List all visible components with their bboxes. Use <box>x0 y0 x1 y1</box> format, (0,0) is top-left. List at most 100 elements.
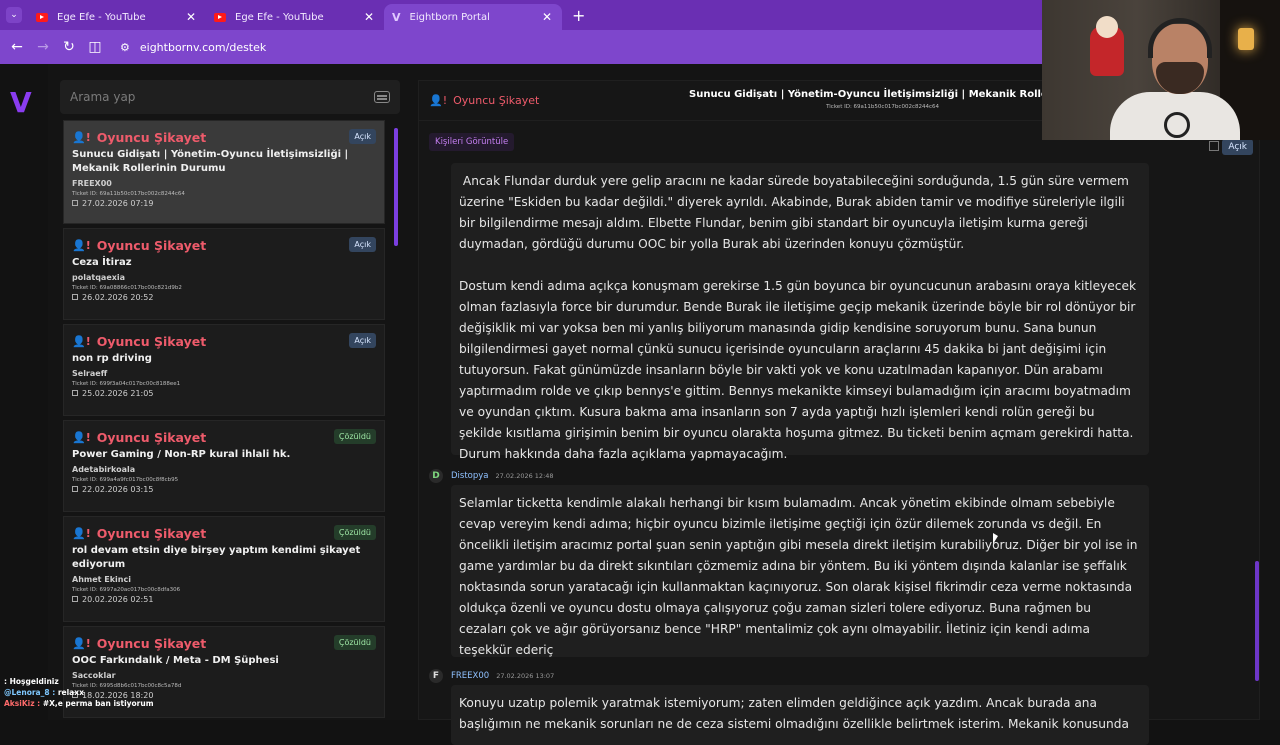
split-view-icon[interactable]: ◫ <box>82 39 108 55</box>
detail-scrollbar[interactable] <box>1255 561 1259 681</box>
calendar-icon[interactable] <box>1209 141 1219 151</box>
status-badge: Açık <box>349 237 376 252</box>
ticket-user: FREEX00 <box>72 179 112 188</box>
webcam-overlay <box>1042 0 1280 140</box>
ticket-id: Ticket ID: 6997a20ac017bc00c8dfa306 <box>72 587 181 593</box>
user-alert-icon: 👤! <box>72 637 91 650</box>
message-text: Konuyu uzatıp polemik yaratmak istemiyor… <box>459 696 1129 731</box>
tab-title: Ege Efe - YouTube <box>235 11 324 23</box>
ticket-subject: Ceza İtiraz <box>72 257 132 268</box>
ticket-user: polatqaexia <box>72 273 126 282</box>
ticket-id: Ticket ID: 699f3a04c017bc00c8188ee1 <box>72 381 181 387</box>
ticket-user: Selraeff <box>72 369 108 378</box>
message-time: 27.02.2026 13:07 <box>496 672 555 680</box>
eightborn-logo[interactable]: V <box>10 86 32 119</box>
webcam-lamp <box>1238 28 1254 50</box>
close-icon[interactable]: ✕ <box>542 10 552 24</box>
youtube-icon <box>214 12 226 22</box>
streamer-shirt <box>1110 92 1240 140</box>
ticket-subject: non rp driving <box>72 353 152 364</box>
close-icon[interactable]: ✕ <box>186 10 196 24</box>
status-badge: Çözüldü <box>333 429 376 444</box>
browser-tab-active[interactable]: V Eightborn Portal ✕ <box>384 4 562 30</box>
ticket-card[interactable]: 👤! Oyuncu Şikayet Açık Ceza İtiraz polatq… <box>63 228 385 320</box>
ticket-user: Ahmet Ekinci <box>72 575 131 584</box>
view-people-button[interactable]: Kişileri Görüntüle <box>429 133 515 151</box>
forward-arrow-icon[interactable]: → <box>30 39 56 55</box>
ticket-card[interactable]: 👤! Oyuncu Şikayet Çözüldü rol devam etsin… <box>63 516 385 622</box>
message-meta: D Distopya 27.02.2026 12:48 <box>429 469 554 483</box>
detail-ticket-id: Ticket ID: 69a11b50c017bc002c8244c64 <box>826 104 939 110</box>
ticket-date: 22.02.2026 03:15 <box>82 485 154 494</box>
message-author[interactable]: FREEX00 <box>451 671 489 681</box>
reload-icon[interactable]: ↻ <box>56 39 82 55</box>
status-badge: Açık <box>349 333 376 348</box>
ticket-category: Oyuncu Şikayet <box>96 130 207 145</box>
user-alert-icon: 👤! <box>72 335 91 348</box>
chat-line: : Hoşgeldiniz <box>4 676 204 687</box>
calendar-icon <box>72 200 78 206</box>
ticket-card[interactable]: 👤! Oyuncu Şikayet Çözüldü Power Gaming / … <box>63 420 385 512</box>
detail-title: Sunucu Gidişatı | Yönetim-Oyuncu İletişi… <box>689 89 1098 100</box>
back-arrow-icon[interactable]: ← <box>4 39 30 55</box>
calendar-icon <box>72 294 78 300</box>
ticket-id: Ticket ID: 69a11b50c017bc002c8244c64 <box>72 191 185 197</box>
ticket-list: 👤! Oyuncu Şikayet Açık Sunucu Gidişatı | … <box>60 120 400 720</box>
calendar-icon <box>72 390 78 396</box>
status-badge: Çözüldü <box>333 525 376 540</box>
ticket-category: Oyuncu Şikayet <box>96 238 207 253</box>
message-meta: F FREEX00 27.02.2026 13:07 <box>429 669 554 683</box>
ticket-subject: Sunucu Gidişatı | Yönetim-Oyuncu İletişi… <box>72 149 349 174</box>
ticket-detail-panel: 👤! Oyuncu Şikayet Sunucu Gidişatı | Yönet… <box>418 80 1260 745</box>
message-bubble: Selamlar ticketta kendimle alakalı herha… <box>451 485 1149 657</box>
user-alert-icon: 👤! <box>72 431 91 444</box>
status-badge: Çözüldü <box>333 635 376 650</box>
new-tab-button[interactable]: + <box>572 6 585 25</box>
detail-category: Oyuncu Şikayet <box>453 94 540 107</box>
youtube-icon <box>36 12 48 22</box>
ticket-id: Ticket ID: 69a08866c017bc00c821d9b2 <box>72 285 182 291</box>
ticket-card[interactable]: 👤! Oyuncu Şikayet Açık Sunucu Gidişatı | … <box>63 120 385 224</box>
status-badge: Açık <box>349 129 376 144</box>
user-alert-icon: 👤! <box>72 131 91 144</box>
site-settings-icon[interactable]: ⚙ <box>120 41 130 54</box>
message-text: Ancak Flundar durduk yere gelip aracını … <box>459 174 1133 251</box>
browser-tab[interactable]: Ege Efe - YouTube ✕ <box>206 4 384 30</box>
ticket-category: Oyuncu Şikayet <box>96 636 207 651</box>
ticket-card[interactable]: 👤! Oyuncu Şikayet Açık non rp driving Sel… <box>63 324 385 416</box>
search-box[interactable]: Arama yap <box>60 80 400 114</box>
avatar: D <box>429 469 443 483</box>
v-logo-icon: V <box>392 10 401 24</box>
chat-text: relaxx <box>57 688 84 697</box>
search-input[interactable]: Arama yap <box>70 90 135 104</box>
ticket-date: 27.02.2026 07:19 <box>82 199 154 208</box>
ticket-date: 26.02.2026 20:52 <box>82 293 154 302</box>
tab-title: Ege Efe - YouTube <box>57 11 146 23</box>
chevron-down-icon: ⌄ <box>6 7 22 23</box>
ticket-id: Ticket ID: 699a4a9fc017bc00c8f8cb95 <box>72 477 179 483</box>
browser-tab[interactable]: Ege Efe - YouTube ✕ <box>28 4 206 30</box>
santa-figure <box>1090 16 1124 76</box>
status-badge: Açık <box>1222 139 1253 155</box>
stream-chat-overlay: : Hoşgeldiniz @Lenora_8 : relaxx AksiKiz… <box>4 676 204 709</box>
tab-search-button[interactable]: ⌄ <box>0 0 28 30</box>
message-bubble: Konuyu uzatıp polemik yaratmak istemiyor… <box>451 685 1149 745</box>
chat-user: @Lenora_8 : <box>4 688 56 697</box>
ticket-category: Oyuncu Şikayet <box>96 334 207 349</box>
ticket-category: Oyuncu Şikayet <box>96 430 207 445</box>
filter-icon[interactable] <box>374 91 390 103</box>
message-text: Selamlar ticketta kendimle alakalı herha… <box>459 496 1138 657</box>
chat-user: AksiKiz : <box>4 699 41 708</box>
message-bubble: Ancak Flundar durduk yere gelip aracını … <box>451 163 1149 461</box>
close-icon[interactable]: ✕ <box>364 10 374 24</box>
message-time: 27.02.2026 12:48 <box>495 472 554 480</box>
address-bar[interactable]: ⚙ eightbornv.com/destek <box>120 41 266 54</box>
left-rail: V <box>0 64 48 720</box>
message-author[interactable]: Distopya <box>451 471 489 481</box>
url-text: eightbornv.com/destek <box>139 40 267 54</box>
calendar-icon <box>72 596 78 602</box>
chat-line: @Lenora_8 : relaxx <box>4 687 204 698</box>
mouse-cursor <box>993 533 998 544</box>
ticket-subject: Power Gaming / Non-RP kural ihlali hk. <box>72 449 291 460</box>
ticket-list-panel: Arama yap 👤! Oyuncu Şikayet Açık Sunucu G… <box>60 80 400 720</box>
